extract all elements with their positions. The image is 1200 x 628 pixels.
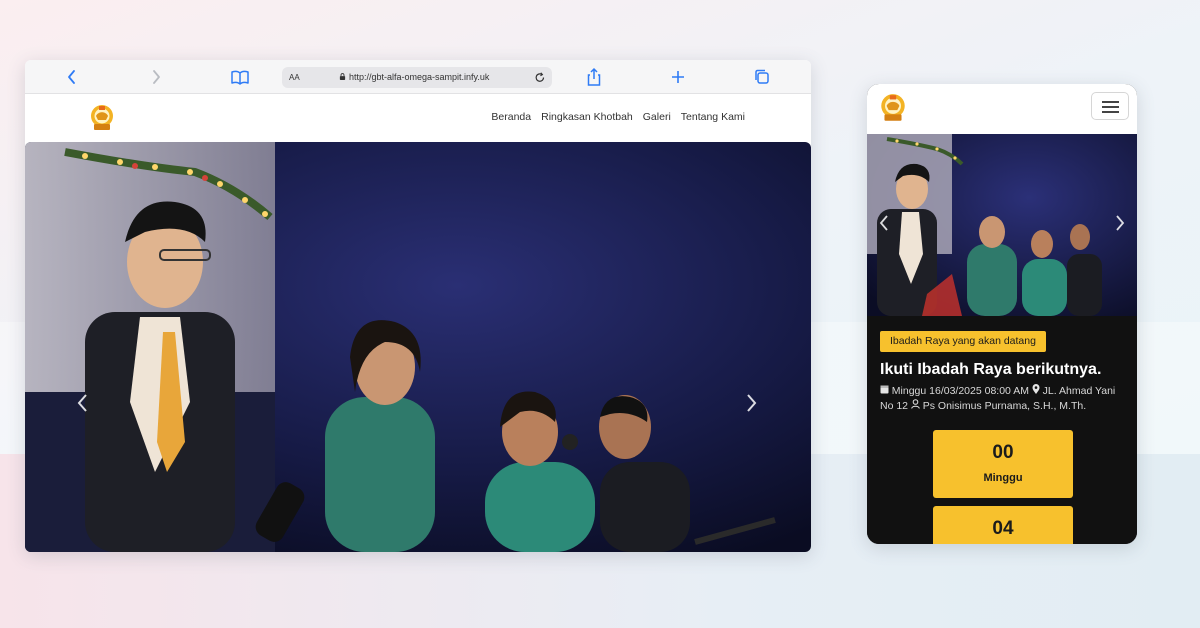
bookmarks-icon[interactable]: [229, 66, 251, 88]
back-icon[interactable]: [61, 66, 83, 88]
countdown-weeks-label: Minggu: [983, 472, 1023, 484]
forward-icon[interactable]: [145, 66, 167, 88]
countdown-weeks-value: 00: [992, 442, 1014, 463]
site-navbar: Beranda Ringkasan Khotbah Galeri Tentang…: [25, 94, 811, 142]
share-icon[interactable]: [583, 66, 605, 88]
nav-link-galeri[interactable]: Galeri: [643, 111, 671, 123]
mobile-navbar: [867, 84, 1137, 134]
countdown-days-value: 04: [992, 518, 1014, 539]
new-tab-icon[interactable]: [667, 66, 689, 88]
countdown-days: 04: [933, 506, 1073, 544]
nav-link-tentang-kami[interactable]: Tentang Kami: [681, 111, 745, 123]
carousel-prev-icon[interactable]: [75, 392, 89, 418]
location-pin-icon: [1032, 384, 1043, 397]
service-pastor: Ps Onisimus Purnama, S.H., M.Th.: [922, 400, 1087, 412]
upcoming-service-title: Ikuti Ibadah Raya berikutnya.: [880, 361, 1102, 378]
user-icon: [911, 399, 923, 412]
desktop-browser-window: AA http://gbt-alfa-omega-sampit.infy.uk …: [25, 60, 811, 552]
upcoming-service-section: Ibadah Raya yang akan datang Ikuti Ibada…: [867, 316, 1137, 544]
church-logo[interactable]: [877, 92, 909, 124]
address-bar[interactable]: AA http://gbt-alfa-omega-sampit.infy.uk: [282, 67, 552, 88]
upcoming-service-badge: Ibadah Raya yang akan datang: [880, 331, 1046, 352]
lock-icon: [339, 73, 346, 80]
hero-photo-worship-singers: [25, 142, 811, 552]
tabs-icon[interactable]: [751, 66, 773, 88]
reader-aa-button[interactable]: AA: [289, 67, 300, 88]
countdown-weeks: 00 Minggu: [933, 430, 1073, 498]
service-date: Minggu 16/03/2025 08:00 AM: [891, 385, 1029, 397]
mobile-preview: Ibadah Raya yang akan datang Ikuti Ibada…: [867, 84, 1137, 544]
mobile-carousel-prev-icon[interactable]: [879, 214, 889, 236]
hamburger-menu-icon[interactable]: [1091, 92, 1129, 120]
service-details: Minggu 16/03/2025 08:00 AM JL. Ahmad Yan…: [880, 384, 1130, 414]
mobile-hero-carousel: [867, 134, 1137, 316]
mobile-carousel-next-icon[interactable]: [1115, 214, 1125, 236]
calendar-icon: [880, 385, 892, 397]
url-text: http://gbt-alfa-omega-sampit.infy.uk: [349, 72, 490, 82]
reload-icon[interactable]: [534, 67, 546, 96]
nav-link-beranda[interactable]: Beranda: [491, 111, 531, 123]
mobile-hero-photo: [867, 134, 1137, 316]
nav-link-ringkasan-khotbah[interactable]: Ringkasan Khotbah: [541, 111, 633, 123]
carousel-next-icon[interactable]: [745, 392, 759, 418]
hero-carousel: [25, 142, 811, 552]
main-nav: Beranda Ringkasan Khotbah Galeri Tentang…: [491, 111, 745, 123]
church-logo[interactable]: [87, 103, 117, 133]
browser-toolbar: AA http://gbt-alfa-omega-sampit.infy.uk: [25, 60, 811, 94]
